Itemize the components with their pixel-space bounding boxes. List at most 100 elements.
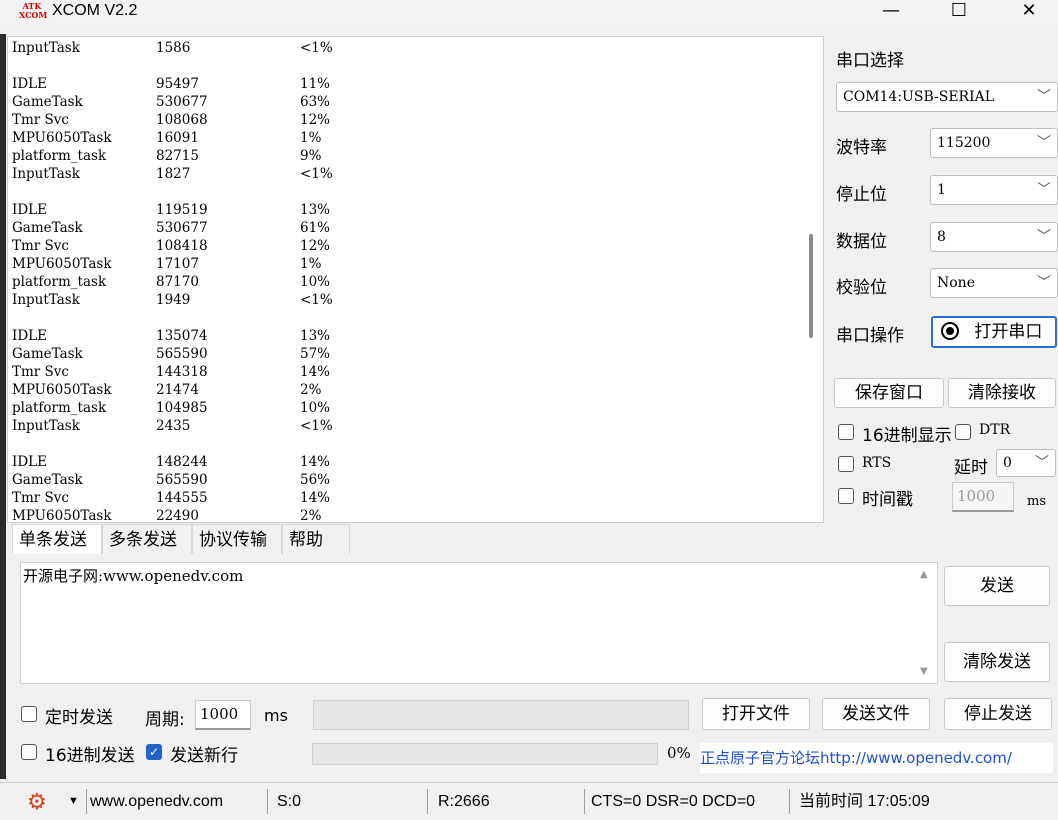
timestamp-checkbox[interactable] xyxy=(838,488,854,504)
task-percent: 14% xyxy=(300,454,331,470)
receive-scroll-thumb[interactable] xyxy=(809,234,813,338)
delay-value: 0 xyxy=(1003,455,1012,471)
task-runtime: 2435 xyxy=(156,418,191,434)
task-name: Tmr Svc xyxy=(12,238,69,254)
send-file-button[interactable]: 发送文件 xyxy=(822,698,930,730)
receive-line: IDLE 148244 14% xyxy=(12,453,792,471)
task-name: MPU6050Task xyxy=(12,256,112,272)
open-file-button[interactable]: 打开文件 xyxy=(702,698,810,730)
task-runtime: 530677 xyxy=(156,220,208,236)
receive-line: InputTask 1949 <1% xyxy=(12,291,792,309)
receive-line: IDLE 135074 13% xyxy=(12,327,792,345)
stop-bits-value: 1 xyxy=(937,182,946,198)
task-runtime: 21474 xyxy=(156,382,199,398)
receive-line xyxy=(12,309,792,327)
task-runtime: 565590 xyxy=(156,346,208,362)
timestamp-label: 时间戳 xyxy=(862,490,913,510)
receive-line: IDLE 95497 11% xyxy=(12,75,792,93)
receive-line: GameTask 530677 63% xyxy=(12,93,792,111)
status-bar: ⚙ ▼ www.openedv.com S:0 R:2666 CTS=0 DSR… xyxy=(0,782,1058,820)
open-port-label: 打开串口 xyxy=(974,322,1043,342)
tab-protocol[interactable]: 协议传输 xyxy=(192,524,282,554)
receive-line: Tmr Svc 144555 14% xyxy=(12,489,792,507)
baud-rate-label: 波特率 xyxy=(836,138,887,158)
task-runtime: 22490 xyxy=(156,508,199,523)
send-button[interactable]: 发送 xyxy=(944,566,1050,606)
status-sent-count: S:0 xyxy=(277,793,302,810)
send-text: 开源电子网:www.openedv.com xyxy=(23,567,244,585)
send-scrollbar[interactable]: ▲ ▼ xyxy=(915,563,937,683)
task-runtime: 16091 xyxy=(156,130,199,146)
receive-line: Tmr Svc 108068 12% xyxy=(12,111,792,129)
dtr-checkbox[interactable] xyxy=(955,424,971,440)
settings-gear-icon[interactable]: ⚙ xyxy=(27,783,47,820)
maximize-button[interactable]: ☐ xyxy=(936,0,982,24)
receive-line: Tmr Svc 144318 14% xyxy=(12,363,792,381)
receive-area[interactable]: InputTask 1586 <1% IDLE 95497 11% GameTask 5306… xyxy=(7,36,824,523)
task-name: GameTask xyxy=(12,94,83,110)
task-name: InputTask xyxy=(12,292,80,308)
open-port-button[interactable]: 打开串口 xyxy=(931,316,1057,348)
tab-help[interactable]: 帮助 xyxy=(282,524,350,554)
data-bits-label: 数据位 xyxy=(836,232,887,252)
task-runtime: 108068 xyxy=(156,112,208,128)
parity-select[interactable]: None ﹀ xyxy=(930,268,1058,298)
task-name: platform_task xyxy=(12,274,107,290)
scroll-up-icon[interactable]: ▲ xyxy=(920,569,928,580)
receive-line: Tmr Svc 108418 12% xyxy=(12,237,792,255)
task-name: platform_task xyxy=(12,148,107,164)
timed-send-checkbox[interactable] xyxy=(21,706,37,722)
chevron-down-icon: ﹀ xyxy=(1037,275,1051,291)
period-input[interactable]: 1000 xyxy=(195,700,251,730)
task-percent: 12% xyxy=(300,238,331,254)
send-newline-checkbox[interactable]: ✓ xyxy=(146,744,162,760)
port-operation-label: 串口操作 xyxy=(836,326,904,346)
task-percent: 9% xyxy=(300,148,322,164)
baud-rate-select[interactable]: 115200 ﹀ xyxy=(930,128,1058,158)
delay-label: 延时 xyxy=(954,458,988,478)
save-window-button[interactable]: 保存窗口 xyxy=(834,378,944,408)
scroll-down-icon[interactable]: ▼ xyxy=(920,666,928,677)
task-name: MPU6050Task xyxy=(12,382,112,398)
period-label: 周期: xyxy=(145,710,185,730)
close-button[interactable]: ✕ xyxy=(1006,0,1052,24)
task-name: MPU6050Task xyxy=(12,508,112,523)
task-runtime: 144318 xyxy=(156,364,208,380)
task-percent: <1% xyxy=(300,40,333,56)
timed-send-label: 定时发送 xyxy=(45,708,113,728)
task-percent: 2% xyxy=(300,382,322,398)
file-path-field[interactable] xyxy=(313,700,689,730)
task-runtime: 119519 xyxy=(156,202,208,218)
receive-scrollbar[interactable] xyxy=(799,37,823,522)
clear-receive-button[interactable]: 清除接收 xyxy=(948,378,1056,408)
status-received-count: R:2666 xyxy=(438,793,490,810)
tab-multi-send[interactable]: 多条发送 xyxy=(102,524,192,554)
minimize-button[interactable]: — xyxy=(868,0,914,24)
port-select[interactable]: COM14:USB-SERIAL ﹀ xyxy=(836,82,1058,112)
receive-line: MPU6050Task 21474 2% xyxy=(12,381,792,399)
dropdown-arrow-icon[interactable]: ▼ xyxy=(68,783,79,820)
send-input[interactable]: 开源电子网:www.openedv.com ▲ ▼ xyxy=(20,562,938,684)
window-title: XCOM V2.2 xyxy=(52,2,138,19)
send-progress-text: 0% xyxy=(667,744,691,762)
clear-send-button[interactable]: 清除发送 xyxy=(944,642,1050,682)
task-percent: 12% xyxy=(300,112,331,128)
receive-text: InputTask 1586 <1% IDLE 95497 11% GameTask 5306… xyxy=(12,39,792,523)
task-runtime: 135074 xyxy=(156,328,208,344)
stop-send-button[interactable]: 停止发送 xyxy=(944,698,1052,730)
stop-bits-select[interactable]: 1 ﹀ xyxy=(930,175,1058,205)
delay-select[interactable]: 0 ﹀ xyxy=(996,449,1056,477)
hex-send-checkbox[interactable] xyxy=(21,744,37,760)
status-line-signals: CTS=0 DSR=0 DCD=0 xyxy=(591,793,756,810)
receive-line: InputTask 1827 <1% xyxy=(12,165,792,183)
task-name: MPU6050Task xyxy=(12,130,112,146)
hex-display-checkbox[interactable] xyxy=(838,424,854,440)
rts-checkbox[interactable] xyxy=(838,456,854,472)
tab-single-send[interactable]: 单条发送 xyxy=(12,524,102,554)
checkmark-icon: ✓ xyxy=(148,745,160,759)
data-bits-select[interactable]: 8 ﹀ xyxy=(930,222,1058,252)
timestamp-interval-input[interactable]: 1000 xyxy=(952,482,1014,512)
power-indicator-icon xyxy=(941,322,959,340)
forum-link[interactable]: 正点原子官方论坛http://www.openedv.com/ xyxy=(700,743,1053,773)
data-bits-value: 8 xyxy=(937,229,946,245)
